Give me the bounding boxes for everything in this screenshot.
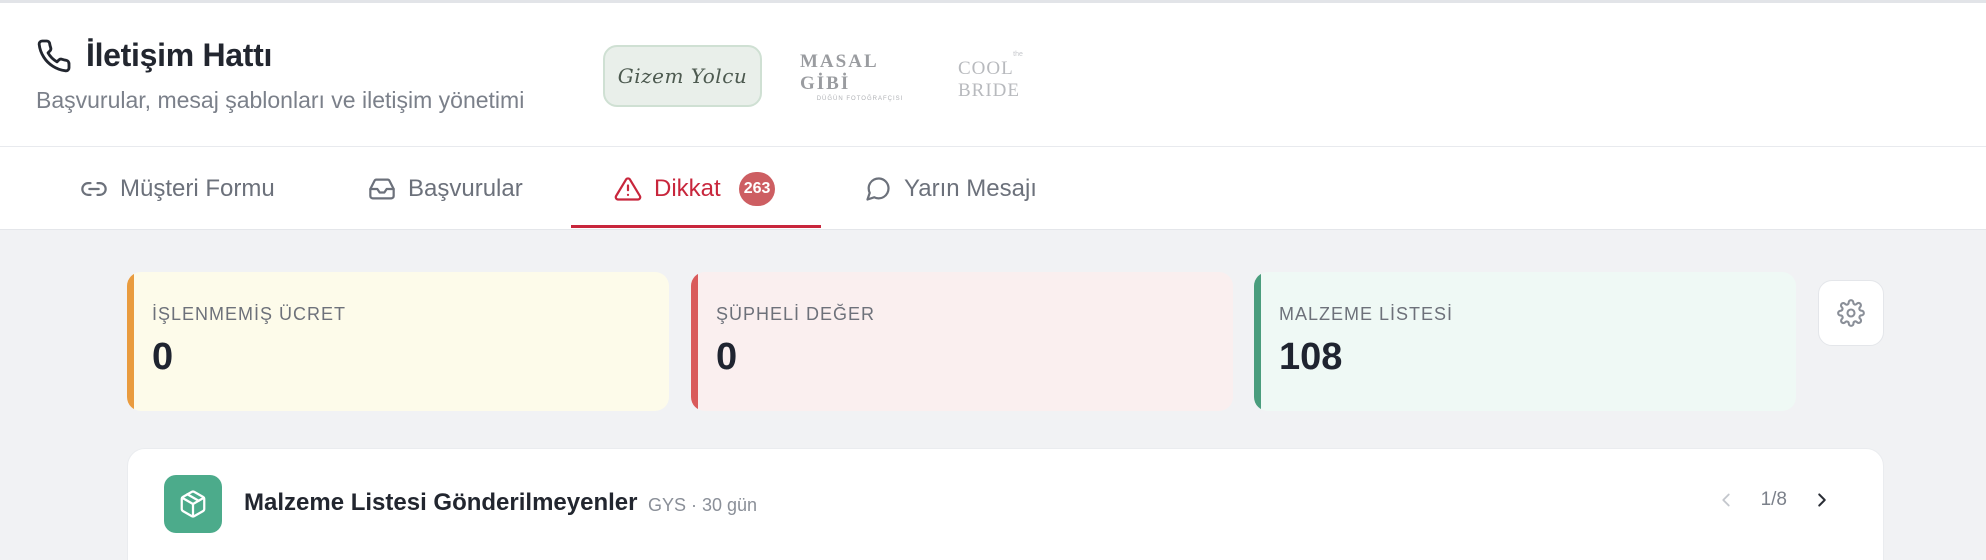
- brand-gizemyolcu[interactable]: Gizem Yolcu: [603, 45, 762, 107]
- stat-label: ŞÜPHELİ DEĞER: [716, 304, 876, 324]
- inbox-icon: [369, 178, 395, 199]
- box-icon: [180, 490, 206, 518]
- page-title: İletişim Hattı: [86, 37, 273, 73]
- brand-masal-gibi-logo: MASAL GİBİ DÜĞÜN FOTOĞRAFÇISI: [800, 50, 904, 102]
- tab-bar: Müşteri Formu Başvurular Dikkat 263 Yarı…: [0, 147, 1986, 230]
- page-indicator: 1/8: [1760, 489, 1787, 510]
- stat-value: 108: [1279, 336, 1343, 378]
- prev-page-button[interactable]: [1713, 487, 1739, 513]
- stat-value: 0: [716, 336, 738, 378]
- chevron-left-icon: [1721, 493, 1730, 507]
- chevron-right-icon: [1818, 493, 1826, 507]
- tab-dikkat[interactable]: Dikkat 263: [614, 147, 776, 230]
- gear-icon: [1837, 299, 1865, 327]
- tab-label: Dikkat: [654, 174, 721, 202]
- stat-accent-bar: [127, 272, 134, 411]
- stat-card-malzeme-listesi: MALZEME LİSTESİ 108: [1254, 272, 1796, 411]
- next-page-button[interactable]: [1809, 487, 1835, 513]
- tab-basvurular[interactable]: Başvurular: [368, 147, 523, 230]
- stat-card-islenmemis-ucret: İŞLENMEMİŞ ÜCRET 0: [127, 272, 669, 411]
- brand-masal-gibi[interactable]: MASAL GİBİ DÜĞÜN FOTOĞRAFÇISI: [800, 45, 920, 107]
- pagination: 1/8: [1713, 487, 1835, 513]
- section-card: Malzeme Listesi Gönderilmeyenler GYS · 3…: [127, 448, 1884, 560]
- brand-gizemyolcu-logo: Gizem Yolcu: [617, 64, 748, 88]
- tab-label: Başvurular: [408, 174, 523, 202]
- phone-icon: [37, 39, 71, 72]
- stat-label: MALZEME LİSTESİ: [1279, 304, 1454, 324]
- page-subtitle: Başvurular, mesaj şablonları ve iletişim…: [36, 87, 525, 113]
- section-title: Malzeme Listesi Gönderilmeyenler: [244, 489, 638, 516]
- message-icon: [866, 176, 890, 201]
- header: İletişim Hattı Başvurular, mesaj şablonl…: [0, 0, 1986, 147]
- stat-accent-bar: [691, 272, 698, 411]
- warning-icon: [614, 176, 642, 201]
- stat-accent-bar: [1254, 272, 1261, 411]
- title-row: İletişim Hattı: [36, 37, 272, 74]
- brand-cool-bride-logo: the COOL BRIDE: [958, 50, 1023, 101]
- tab-label: Müşteri Formu: [120, 174, 275, 202]
- stat-value: 0: [152, 336, 174, 378]
- section-meta: GYS · 30 gün: [648, 495, 758, 515]
- link-icon: [81, 181, 107, 196]
- tab-yarin-mesaji[interactable]: Yarın Mesajı: [864, 147, 1037, 230]
- section-icon-tile: [164, 475, 222, 533]
- count-badge: 263: [738, 171, 776, 206]
- brand-switcher: Gizem Yolcu MASAL GİBİ DÜĞÜN FOTOĞRAFÇIS…: [603, 45, 1116, 107]
- tab-label: Yarın Mesajı: [904, 174, 1037, 202]
- settings-button[interactable]: [1818, 280, 1884, 346]
- active-tab-indicator: [571, 225, 821, 228]
- stat-label: İŞLENMEMİŞ ÜCRET: [152, 304, 347, 324]
- brand-cool-bride[interactable]: the COOL BRIDE: [958, 45, 1078, 107]
- stat-card-supheli-deger: ŞÜPHELİ DEĞER 0: [691, 272, 1233, 411]
- tab-musteri-formu[interactable]: Müşteri Formu: [80, 147, 275, 230]
